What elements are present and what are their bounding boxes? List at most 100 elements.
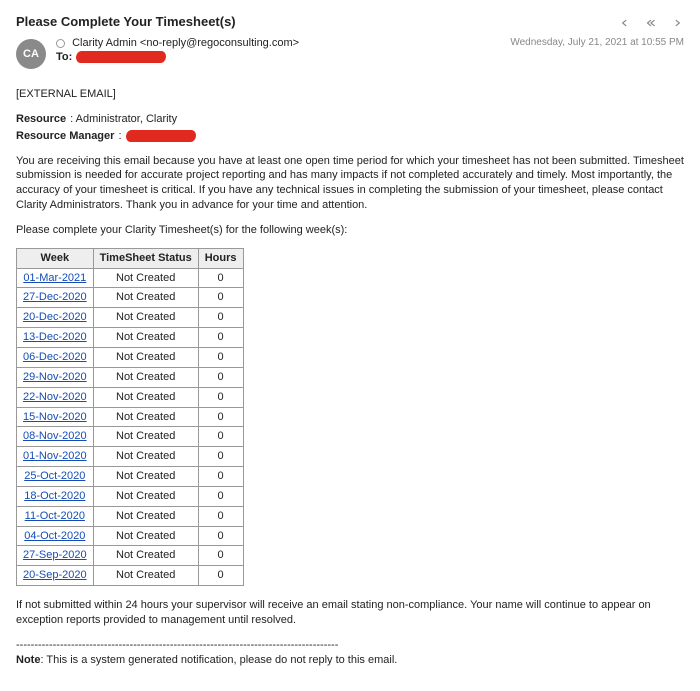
note-text: : This is a system generated notificatio… (40, 654, 397, 666)
cell-hours: 0 (198, 308, 243, 328)
reply-all-icon[interactable] (644, 16, 658, 33)
to-line: To: (56, 51, 299, 63)
cell-week: 04-Oct-2020 (17, 526, 94, 546)
cell-hours: 0 (198, 526, 243, 546)
table-row: 22-Nov-2020 Not Created0 (17, 387, 244, 407)
cell-hours: 0 (198, 407, 243, 427)
cell-week: 25-Oct-2020 (17, 467, 94, 487)
cell-hours: 0 (198, 467, 243, 487)
table-row: 11-Oct-2020Not Created0 (17, 506, 244, 526)
cell-week: 20-Sep-2020 (17, 566, 94, 586)
cell-week: 27-Sep-2020 (17, 546, 94, 566)
forward-icon[interactable] (670, 16, 684, 33)
cell-status: Not Created (93, 447, 198, 467)
resource-manager-label: Resource Manager (16, 129, 114, 144)
cell-status: Not Created (93, 387, 198, 407)
cell-week: 20-Dec-2020 (17, 308, 94, 328)
from-email: <no-reply@regoconsulting.com> (140, 37, 299, 49)
reply-icon[interactable] (618, 16, 632, 33)
cell-hours: 0 (198, 268, 243, 288)
resource-line: Resource : Administrator, Clarity (16, 112, 684, 127)
week-link[interactable]: 27-Dec-2020 (23, 291, 87, 303)
week-link[interactable]: 06-Dec-2020 (23, 351, 87, 363)
redacted-recipient (76, 51, 167, 63)
cell-status: Not Created (93, 427, 198, 447)
cell-status: Not Created (93, 467, 198, 487)
email-date: Wednesday, July 21, 2021 at 10:55 PM (510, 37, 684, 48)
resource-label: Resource (16, 112, 66, 127)
divider: ----------------------------------------… (16, 638, 684, 653)
cell-status: Not Created (93, 367, 198, 387)
from-block: Clarity Admin <no-reply@regoconsulting.c… (56, 37, 299, 63)
cell-hours: 0 (198, 367, 243, 387)
email-actions (618, 16, 684, 33)
cell-hours: 0 (198, 486, 243, 506)
email-subject: Please Complete Your Timesheet(s) (16, 14, 236, 29)
cell-week: 06-Dec-2020 (17, 347, 94, 367)
cell-status: Not Created (93, 526, 198, 546)
table-header-row: Week TimeSheet Status Hours (17, 248, 244, 268)
table-row: 04-Oct-2020 Not Created0 (17, 526, 244, 546)
week-link[interactable]: 25-Oct-2020 (24, 470, 85, 482)
table-row: 20-Dec-2020 Not Created0 (17, 308, 244, 328)
cell-week: 08-Nov-2020 (17, 427, 94, 447)
cell-hours: 0 (198, 546, 243, 566)
week-link[interactable]: 01-Mar-2021 (23, 272, 86, 284)
cell-week: 15-Nov-2020 (17, 407, 94, 427)
body-paragraph-2: Please complete your Clarity Timesheet(s… (16, 223, 684, 238)
from-name: Clarity Admin (72, 37, 137, 49)
cell-week: 27-Dec-2020 (17, 288, 94, 308)
resource-manager-colon: : (118, 129, 121, 144)
week-link[interactable]: 20-Dec-2020 (23, 311, 87, 323)
cell-week: 22-Nov-2020 (17, 387, 94, 407)
week-link[interactable]: 27-Sep-2020 (23, 549, 87, 561)
note-line: Note: This is a system generated notific… (16, 653, 684, 668)
week-link[interactable]: 15-Nov-2020 (23, 411, 87, 423)
resource-value: : Administrator, Clarity (70, 112, 177, 127)
cell-week: 01-Nov-2020 (17, 447, 94, 467)
cell-week: 13-Dec-2020 (17, 328, 94, 348)
week-link[interactable]: 08-Nov-2020 (23, 430, 87, 442)
cell-status: Not Created (93, 308, 198, 328)
week-link[interactable]: 04-Oct-2020 (24, 530, 85, 542)
week-link[interactable]: 22-Nov-2020 (23, 391, 87, 403)
week-link[interactable]: 18-Oct-2020 (24, 490, 85, 502)
cell-status: Not Created (93, 486, 198, 506)
cell-hours: 0 (198, 288, 243, 308)
cell-status: Not Created (93, 546, 198, 566)
cell-status: Not Created (93, 407, 198, 427)
week-link[interactable]: 13-Dec-2020 (23, 331, 87, 343)
table-row: 01-Nov-2020Not Created0 (17, 447, 244, 467)
cell-status: Not Created (93, 506, 198, 526)
week-link[interactable]: 01-Nov-2020 (23, 450, 87, 462)
cell-week: 01-Mar-2021 (17, 268, 94, 288)
resource-manager-line: Resource Manager : (16, 129, 684, 144)
cell-hours: 0 (198, 387, 243, 407)
table-row: 29-Nov-2020 Not Created0 (17, 367, 244, 387)
table-row: 27-Sep-2020 Not Created0 (17, 546, 244, 566)
table-row: 27-Dec-2020 Not Created0 (17, 288, 244, 308)
cell-status: Not Created (93, 328, 198, 348)
cell-hours: 0 (198, 347, 243, 367)
cell-status: Not Created (93, 566, 198, 586)
cell-status: Not Created (93, 288, 198, 308)
email-header: Please Complete Your Timesheet(s) (16, 14, 684, 37)
col-status: TimeSheet Status (93, 248, 198, 268)
cell-week: 18-Oct-2020 (17, 486, 94, 506)
external-email-tag: [EXTERNAL EMAIL] (16, 87, 684, 102)
table-row: 25-Oct-2020 Not Created0 (17, 467, 244, 487)
col-hours: Hours (198, 248, 243, 268)
week-link[interactable]: 29-Nov-2020 (23, 371, 87, 383)
avatar: CA (16, 39, 46, 69)
cell-hours: 0 (198, 427, 243, 447)
cell-week: 29-Nov-2020 (17, 367, 94, 387)
from-line: Clarity Admin <no-reply@regoconsulting.c… (56, 37, 299, 49)
cell-status: Not Created (93, 347, 198, 367)
timesheet-table: Week TimeSheet Status Hours 01-Mar-2021 N… (16, 248, 244, 586)
from-date-row: CA Clarity Admin <no-reply@regoconsultin… (16, 37, 684, 69)
table-row: 06-Dec-2020 Not Created0 (17, 347, 244, 367)
col-week: Week (17, 248, 94, 268)
to-label: To: (56, 51, 72, 63)
week-link[interactable]: 20-Sep-2020 (23, 569, 87, 581)
week-link[interactable]: 11-Oct-2020 (25, 510, 85, 522)
